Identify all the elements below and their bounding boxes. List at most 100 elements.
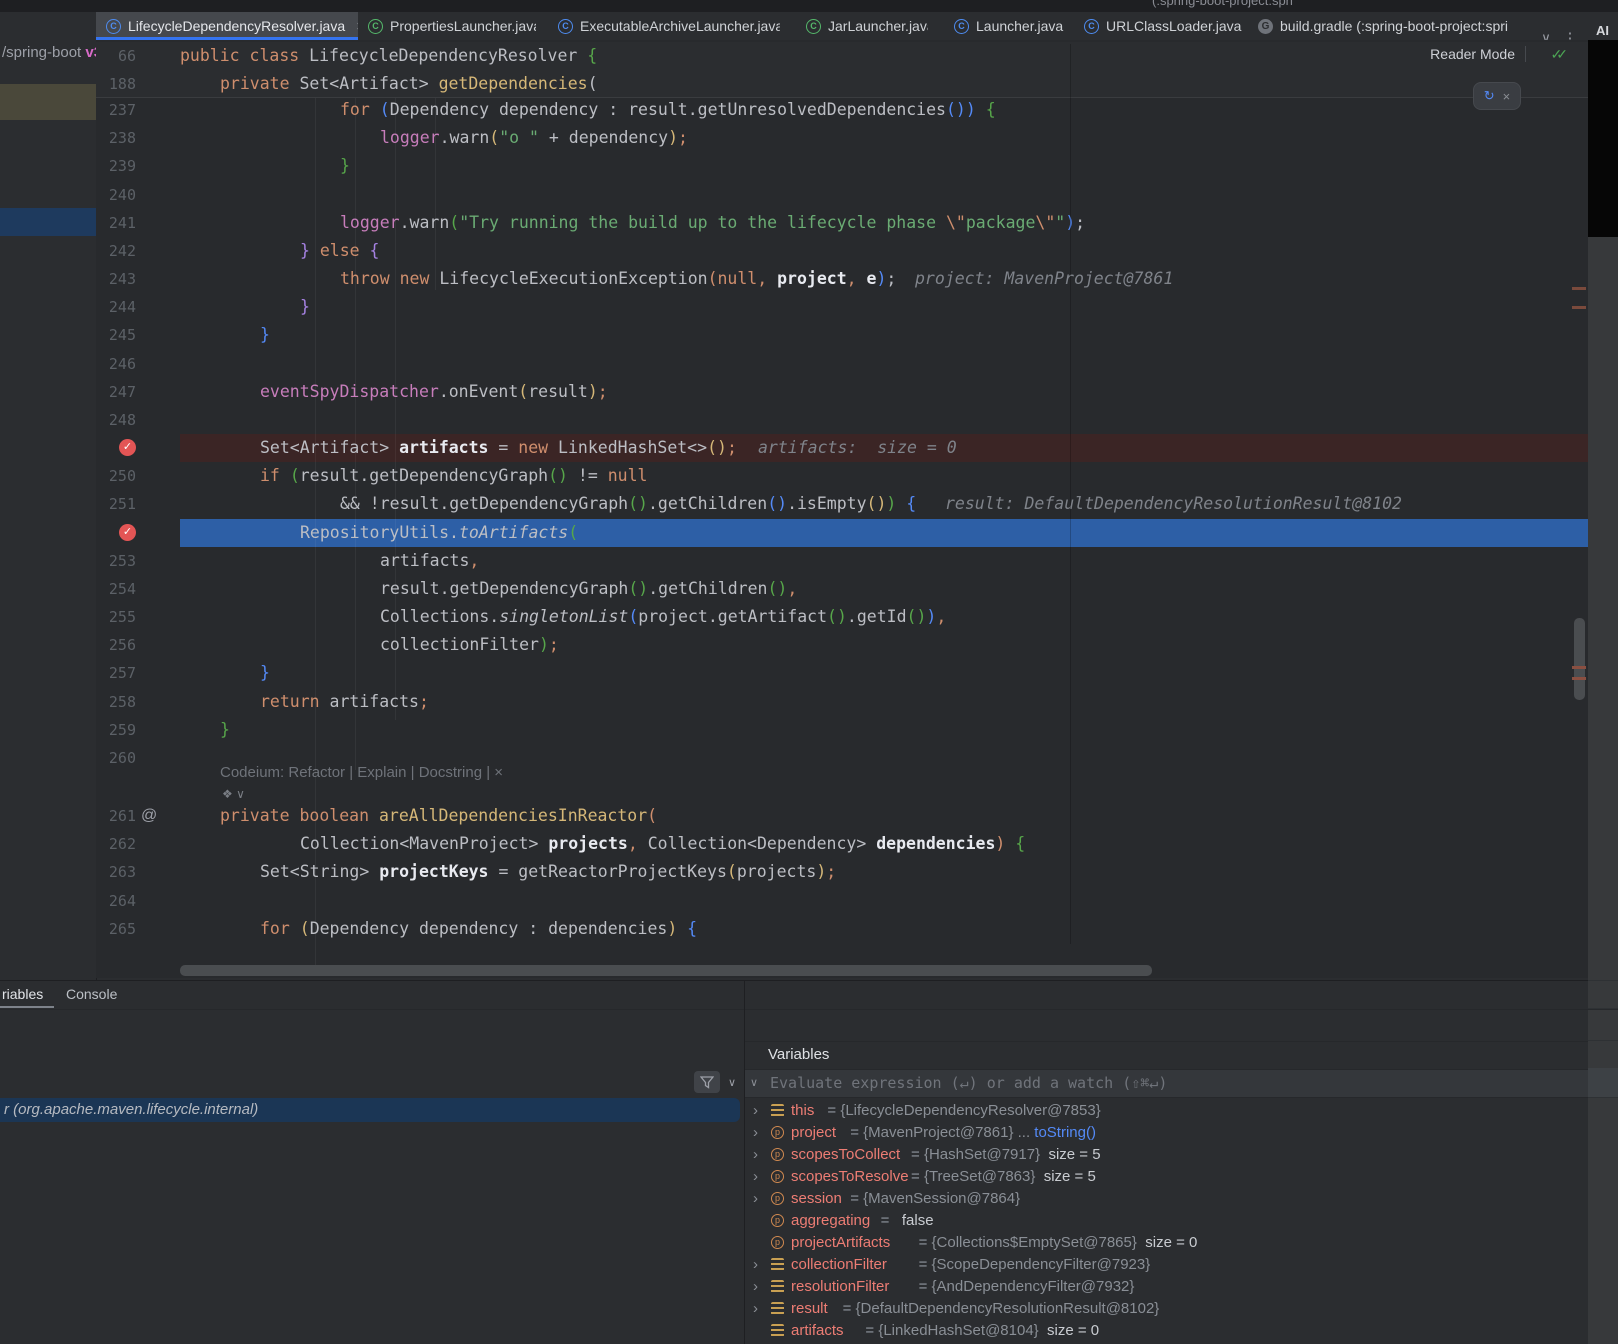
line-number[interactable]: 257 bbox=[96, 659, 136, 687]
line-number[interactable]: 237 bbox=[96, 96, 136, 124]
code-line[interactable]: 247eventSpyDispatcher.onEvent(result); bbox=[96, 378, 1588, 406]
code-line[interactable]: 258return artifacts; bbox=[96, 688, 1588, 716]
editor-tab-2[interactable]: CPropertiesLauncher.java bbox=[358, 12, 536, 40]
chevron-right-icon[interactable]: › bbox=[753, 1144, 758, 1166]
error-stripe-mark[interactable] bbox=[1572, 306, 1586, 309]
variable-row-resolutionFilter[interactable]: ›resolutionFilter= {AndDependencyFilter@… bbox=[745, 1276, 1588, 1298]
variable-row-projectArtifacts[interactable]: pprojectArtifacts= {Collections$EmptySet… bbox=[745, 1232, 1588, 1254]
line-number[interactable]: 256 bbox=[96, 631, 136, 659]
code-line[interactable]: 253artifacts, bbox=[96, 547, 1588, 575]
line-number[interactable]: 261 bbox=[96, 802, 136, 830]
line-number[interactable]: 254 bbox=[96, 575, 136, 603]
gradle-sync-icon[interactable]: ↻ bbox=[1484, 88, 1495, 104]
editor-tab-4[interactable]: CJarLauncher.java bbox=[796, 12, 928, 40]
editor-vertical-scrollbar[interactable] bbox=[1574, 618, 1585, 700]
code-line[interactable]: 188private Set<Artifact> getDependencies… bbox=[96, 70, 1588, 98]
code-line[interactable]: 248 bbox=[96, 406, 1588, 434]
line-number[interactable]: 259 bbox=[96, 716, 136, 744]
code-line[interactable]: ✓RepositoryUtils.toArtifacts( bbox=[96, 519, 1588, 547]
code-line[interactable]: 263Set<String> projectKeys = getReactorP… bbox=[96, 858, 1588, 886]
line-number[interactable]: 239 bbox=[96, 152, 136, 180]
tab-console[interactable]: Console bbox=[66, 981, 117, 1007]
commit-checks-passed-icon[interactable]: ✓✓ bbox=[1551, 40, 1562, 68]
chevron-right-icon[interactable]: › bbox=[753, 1254, 758, 1276]
line-number[interactable]: 245 bbox=[96, 321, 136, 349]
line-number[interactable]: 242 bbox=[96, 237, 136, 265]
variable-row-scopesToCollect[interactable]: ›pscopesToCollect= {HashSet@7917} size =… bbox=[745, 1144, 1588, 1166]
breakpoint-icon[interactable]: ✓ bbox=[119, 524, 136, 541]
line-number[interactable]: 238 bbox=[96, 124, 136, 152]
tostring-link[interactable]: toString() bbox=[1034, 1124, 1096, 1141]
variable-row-session[interactable]: ›psession= {MavenSession@7864} bbox=[745, 1188, 1588, 1210]
chevron-right-icon[interactable]: › bbox=[753, 1188, 758, 1210]
line-number[interactable]: 243 bbox=[96, 265, 136, 293]
code-line[interactable]: 238logger.warn("o " + dependency); bbox=[96, 124, 1588, 152]
filter-button[interactable] bbox=[694, 1071, 720, 1093]
codeium-icon[interactable]: ❖ ∨ bbox=[222, 786, 245, 802]
line-number[interactable]: 264 bbox=[96, 887, 136, 915]
line-number[interactable]: 247 bbox=[96, 378, 136, 406]
code-line[interactable]: Codeium: Refactor | Explain | Docstring … bbox=[96, 762, 1588, 784]
variable-row-artifacts[interactable]: artifacts= {LinkedHashSet@8104} size = 0 bbox=[745, 1320, 1588, 1342]
editor-tab-5[interactable]: CLauncher.java bbox=[944, 12, 1066, 40]
project-tree-row-highlight[interactable] bbox=[0, 84, 96, 120]
variable-row-this[interactable]: ›this= {LifecycleDependencyResolver@7853… bbox=[745, 1100, 1588, 1122]
variable-row-collectionFilter[interactable]: ›collectionFilter= {ScopeDependencyFilte… bbox=[745, 1254, 1588, 1276]
chevron-down-icon[interactable]: ∨ bbox=[724, 1071, 740, 1093]
code-line[interactable]: 66public class LifecycleDependencyResolv… bbox=[96, 42, 1588, 70]
code-line[interactable]: 240 bbox=[96, 181, 1588, 209]
code-line[interactable]: 257} bbox=[96, 659, 1588, 687]
code-line[interactable]: 264 bbox=[96, 887, 1588, 915]
line-number[interactable]: 258 bbox=[96, 688, 136, 716]
code-line[interactable]: 259} bbox=[96, 716, 1588, 744]
editor-horizontal-scrollbar[interactable] bbox=[180, 965, 1152, 976]
project-root-label[interactable]: /spring-boot v3 bbox=[2, 44, 97, 61]
code-line[interactable]: 250if (result.getDependencyGraph() != nu… bbox=[96, 462, 1588, 490]
chevron-right-icon[interactable]: › bbox=[753, 1100, 758, 1122]
line-number[interactable]: 253 bbox=[96, 547, 136, 575]
error-stripe-mark[interactable] bbox=[1572, 666, 1586, 669]
code-line[interactable]: 243throw new LifecycleExecutionException… bbox=[96, 265, 1588, 293]
code-line[interactable]: 262Collection<MavenProject> projects, Co… bbox=[96, 830, 1588, 858]
code-line[interactable]: 244} bbox=[96, 293, 1588, 321]
evaluate-expression-input[interactable]: ∨ Evaluate expression (↵) or add a watch… bbox=[745, 1069, 1588, 1098]
variable-row-aggregating[interactable]: paggregating= false bbox=[745, 1210, 1588, 1232]
line-number[interactable]: 240 bbox=[96, 181, 136, 209]
line-number[interactable]: 262 bbox=[96, 830, 136, 858]
reader-mode-label[interactable]: Reader Mode bbox=[1430, 40, 1515, 68]
annotation-gutter-icon[interactable]: @ bbox=[141, 802, 157, 830]
chevron-right-icon[interactable]: › bbox=[753, 1122, 758, 1144]
code-line[interactable]: 261@private boolean areAllDependenciesIn… bbox=[96, 802, 1588, 830]
chevron-down-icon[interactable]: ∨ bbox=[750, 1070, 758, 1097]
tab-variables[interactable]: riables bbox=[2, 981, 43, 1007]
line-number[interactable]: 188 bbox=[96, 70, 136, 98]
code-line[interactable]: 245} bbox=[96, 321, 1588, 349]
error-stripe-mark[interactable] bbox=[1572, 677, 1586, 680]
line-number[interactable]: 241 bbox=[96, 209, 136, 237]
editor-tab-3[interactable]: CExecutableArchiveLauncher.java bbox=[548, 12, 780, 40]
code-line[interactable]: 255Collections.singletonList(project.get… bbox=[96, 603, 1588, 631]
chevron-right-icon[interactable]: › bbox=[753, 1298, 758, 1320]
variable-row-project[interactable]: ›pproject= {MavenProject@7861} ... toStr… bbox=[745, 1122, 1588, 1144]
stack-frame-selected[interactable]: r (org.apache.maven.lifecycle.internal) bbox=[0, 1098, 740, 1122]
line-number[interactable]: 251 bbox=[96, 490, 136, 518]
code-line[interactable]: 242} else { bbox=[96, 237, 1588, 265]
chevron-right-icon[interactable]: › bbox=[753, 1166, 758, 1188]
chevron-right-icon[interactable]: › bbox=[753, 1276, 758, 1298]
line-number[interactable]: 66 bbox=[96, 42, 136, 70]
editor-tab-7[interactable]: Gbuild.gradle (:spring-boot-project:spri bbox=[1248, 12, 1530, 40]
line-number[interactable]: 265 bbox=[96, 915, 136, 943]
line-number[interactable]: 246 bbox=[96, 350, 136, 378]
close-icon[interactable]: × bbox=[1503, 89, 1511, 104]
line-number[interactable]: 263 bbox=[96, 858, 136, 886]
code-line[interactable]: 254result.getDependencyGraph().getChildr… bbox=[96, 575, 1588, 603]
code-line[interactable]: 256collectionFilter); bbox=[96, 631, 1588, 659]
code-line[interactable]: 265for (Dependency dependency : dependen… bbox=[96, 915, 1588, 943]
code-line[interactable]: 241logger.warn("Try running the build up… bbox=[96, 209, 1588, 237]
variable-row-result[interactable]: ›result= {DefaultDependencyResolutionRes… bbox=[745, 1298, 1588, 1320]
breakpoint-icon[interactable]: ✓ bbox=[119, 439, 136, 456]
editor-tab-1[interactable]: CLifecycleDependencyResolver.java× bbox=[96, 12, 358, 40]
codeium-hint[interactable]: Codeium: Refactor | Explain | Docstring … bbox=[220, 762, 503, 784]
code-line[interactable]: 246 bbox=[96, 350, 1588, 378]
code-line[interactable]: 251&& !result.getDependencyGraph().getCh… bbox=[96, 490, 1588, 518]
